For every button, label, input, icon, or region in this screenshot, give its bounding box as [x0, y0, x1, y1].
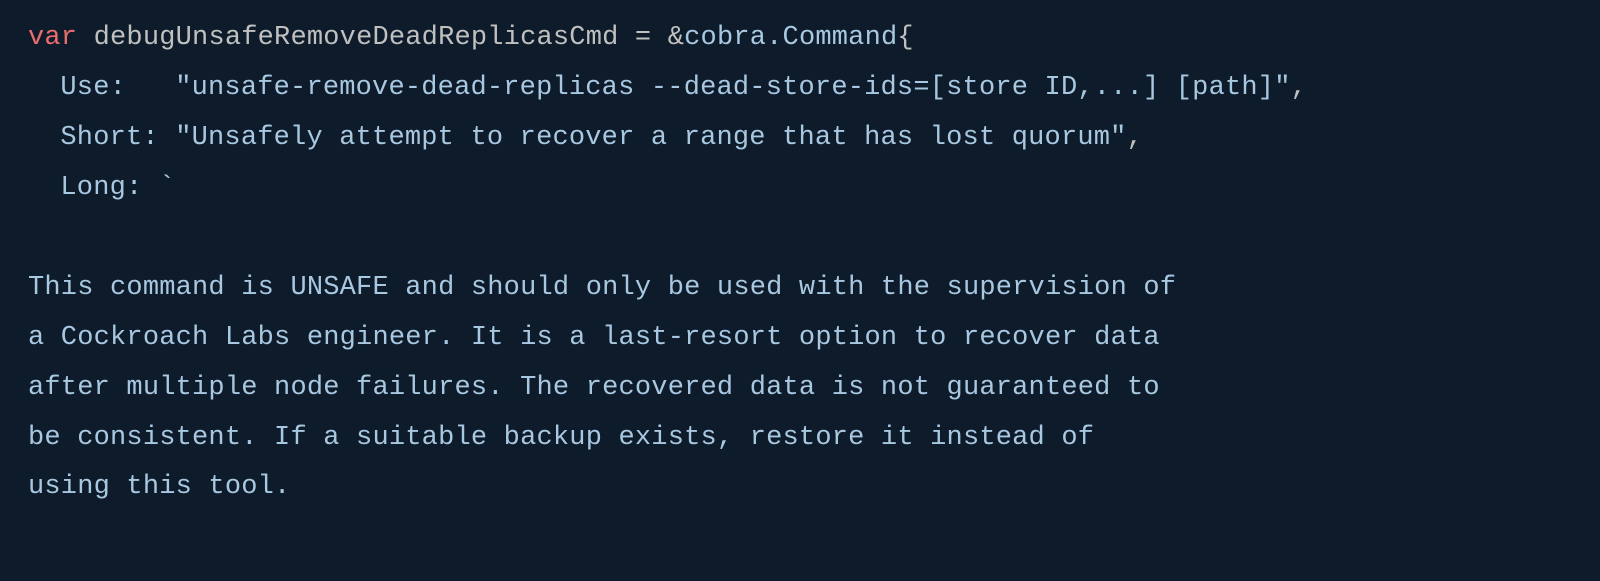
- field-short: Short:: [60, 123, 175, 153]
- field-long: Long:: [60, 173, 158, 203]
- long-desc-line: a Cockroach Labs engineer. It is a last-…: [28, 323, 1160, 353]
- comma: ,: [1127, 123, 1143, 153]
- string-short: "Unsafely attempt to recover a range tha…: [175, 123, 1126, 153]
- comma: ,: [1291, 73, 1307, 103]
- type-cobra-command: cobra.Command: [684, 23, 897, 53]
- long-desc-line: after multiple node failures. The recove…: [28, 373, 1160, 403]
- keyword-var: var: [28, 23, 77, 53]
- operator-amp: &: [668, 23, 684, 53]
- brace-open: {: [897, 23, 913, 53]
- field-use: Use:: [60, 73, 175, 103]
- string-use: "unsafe-remove-dead-replicas --dead-stor…: [175, 73, 1290, 103]
- identifier: debugUnsafeRemoveDeadReplicasCmd: [94, 23, 619, 53]
- backtick: `: [159, 173, 175, 203]
- code-block: var debugUnsafeRemoveDeadReplicasCmd = &…: [0, 0, 1600, 513]
- operator-eq: =: [619, 23, 668, 53]
- long-desc-line: using this tool.: [28, 472, 290, 502]
- long-desc-line: be consistent. If a suitable backup exis…: [28, 423, 1094, 453]
- long-desc-line: This command is UNSAFE and should only b…: [28, 273, 1176, 303]
